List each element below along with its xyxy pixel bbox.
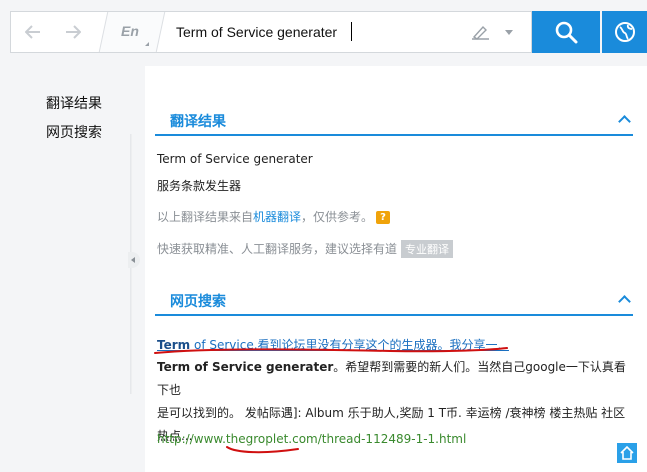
pro-translation-promo: 快速获取精准、人工翻译服务，建议选择有道 专业翻译: [157, 240, 454, 258]
search-bar: En: [10, 11, 532, 53]
pro-translation-button[interactable]: 专业翻译: [401, 240, 454, 258]
back-arrow-icon: [25, 25, 40, 39]
translation-result: 服务条款发生器: [157, 179, 242, 193]
results-panel: 翻译结果 Term of Service generater 服务条款发生器 以…: [145, 66, 647, 472]
section-title-web-search: 网页搜索: [170, 294, 226, 310]
chevron-up-icon[interactable]: [618, 295, 631, 308]
machine-translation-link[interactable]: 机器翻译: [253, 210, 301, 224]
translation-note: 以上翻译结果来自机器翻译，仅供参考。?: [157, 208, 391, 225]
chevron-down-icon[interactable]: [505, 30, 513, 35]
web-section-header: 网页搜索: [155, 290, 633, 316]
result-url[interactable]: http://www.thegroplet.com/thread-112489-…: [157, 432, 466, 446]
home-button[interactable]: [617, 443, 637, 463]
globe-icon: [614, 22, 635, 42]
snippet-keyword: Term of Service generater: [157, 360, 334, 374]
section-title-translation: 翻译结果: [170, 114, 226, 130]
snippet-line-2: 是可以找到的。 发帖际遇]: Album 乐于助人,奖励 1 T币. 幸运榜 /…: [157, 406, 626, 420]
translation-section-header: 翻译结果: [155, 110, 633, 136]
search-button[interactable]: [532, 11, 600, 53]
forward-arrow-icon: [66, 25, 81, 39]
forward-button[interactable]: [55, 12, 91, 52]
collapse-sidebar-handle[interactable]: [128, 252, 140, 268]
sidebar-item-web-search[interactable]: 网页搜索: [46, 122, 102, 142]
language-corner-icon: [145, 42, 149, 46]
note-suffix: ，仅供参考。: [301, 210, 374, 224]
back-button[interactable]: [15, 12, 51, 52]
handwriting-pen-icon[interactable]: [471, 24, 491, 40]
search-input[interactable]: [176, 21, 456, 43]
home-icon: [620, 446, 634, 460]
translation-source: Term of Service generater: [157, 152, 313, 166]
chevron-up-icon[interactable]: [618, 115, 631, 128]
web-search-button[interactable]: [602, 11, 647, 53]
sidebar: 翻译结果 网页搜索: [0, 66, 130, 472]
sidebar-item-translation[interactable]: 翻译结果: [46, 93, 102, 113]
language-label: En: [121, 23, 139, 39]
top-bar: En: [0, 0, 647, 66]
help-icon[interactable]: ?: [376, 211, 391, 224]
promo-text: 快速获取精准、人工翻译服务，建议选择有道: [157, 242, 398, 256]
magnifier-icon: [555, 21, 578, 44]
note-prefix: 以上翻译结果来自: [157, 210, 254, 224]
text-caret: [351, 22, 352, 41]
red-underline-annotation: [154, 347, 508, 354]
red-underline-url-annotation: [226, 446, 299, 454]
